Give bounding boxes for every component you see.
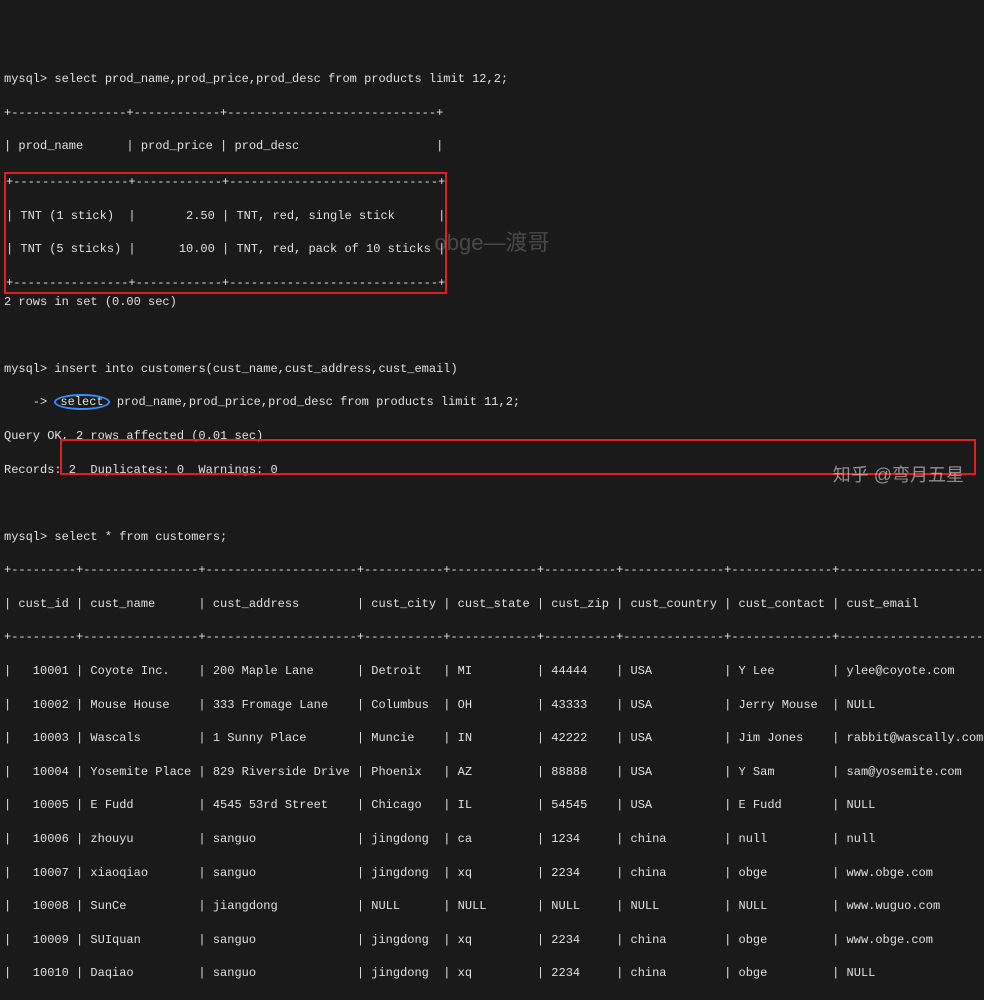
table-row: | TNT (1 stick) | 2.50 | TNT, red, singl… <box>6 208 445 225</box>
highlight-box-2 <box>60 439 976 475</box>
table-header: | prod_name | prod_price | prod_desc | <box>4 138 980 155</box>
sql-statement-rest: prod_name,prod_price,prod_desc from prod… <box>110 395 520 409</box>
table-row: | 10004 | Yosemite Place | 829 Riverside… <box>4 764 980 781</box>
table-row: | 10009 | SUIquan | sanguo | jingdong | … <box>4 932 980 949</box>
table-border: +----------------+------------+---------… <box>4 105 980 122</box>
mysql-prompt: mysql> <box>4 530 54 544</box>
table-border: +----------------+------------+---------… <box>6 174 445 191</box>
table-header: | cust_id | cust_name | cust_address | c… <box>4 596 980 613</box>
mysql-prompt: mysql> <box>4 362 54 376</box>
table-row: | 10006 | zhouyu | sanguo | jingdong | c… <box>4 831 980 848</box>
query-line-2-cont: -> select prod_name,prod_price,prod_desc… <box>4 394 980 411</box>
table-row: | 10007 | xiaoqiao | sanguo | jingdong |… <box>4 865 980 882</box>
sql-statement: select prod_name,prod_price,prod_desc fr… <box>54 72 508 86</box>
query-line-1: mysql> select prod_name,prod_price,prod_… <box>4 71 980 88</box>
table-row: | TNT (5 sticks) | 10.00 | TNT, red, pac… <box>6 241 445 258</box>
table-row: | 10008 | SunCe | jiangdong | NULL | NUL… <box>4 898 980 915</box>
table-row: | 10010 | Daqiao | sanguo | jingdong | x… <box>4 965 980 982</box>
table-row: | 10011 | Liubei | shuguo | sanguo | 11 … <box>4 999 980 1000</box>
table-row: | 10001 | Coyote Inc. | 200 Maple Lane |… <box>4 663 980 680</box>
query-line-2: mysql> insert into customers(cust_name,c… <box>4 361 980 378</box>
sql-statement: select * from customers; <box>54 530 227 544</box>
watermark-center: obge—渡哥 <box>435 228 550 259</box>
table-row: | 10002 | Mouse House | 333 Fromage Lane… <box>4 697 980 714</box>
table-border: +---------+----------------+------------… <box>4 629 980 646</box>
sql-statement: insert into customers(cust_name,cust_add… <box>54 362 457 376</box>
mysql-cont-prompt: -> <box>4 395 54 409</box>
table-row: | 10005 | E Fudd | 4545 53rd Street | Ch… <box>4 797 980 814</box>
table-border: +---------+----------------+------------… <box>4 562 980 579</box>
query-line-3: mysql> select * from customers; <box>4 529 980 546</box>
mysql-prompt: mysql> <box>4 72 54 86</box>
table-border: +----------------+------------+---------… <box>6 275 445 292</box>
highlight-circle-select: select <box>54 394 109 410</box>
result-footer: 2 rows in set (0.00 sec) <box>4 294 980 311</box>
table-row: | 10003 | Wascals | 1 Sunny Place | Munc… <box>4 730 980 747</box>
highlight-box-1: +----------------+------------+---------… <box>4 172 447 294</box>
